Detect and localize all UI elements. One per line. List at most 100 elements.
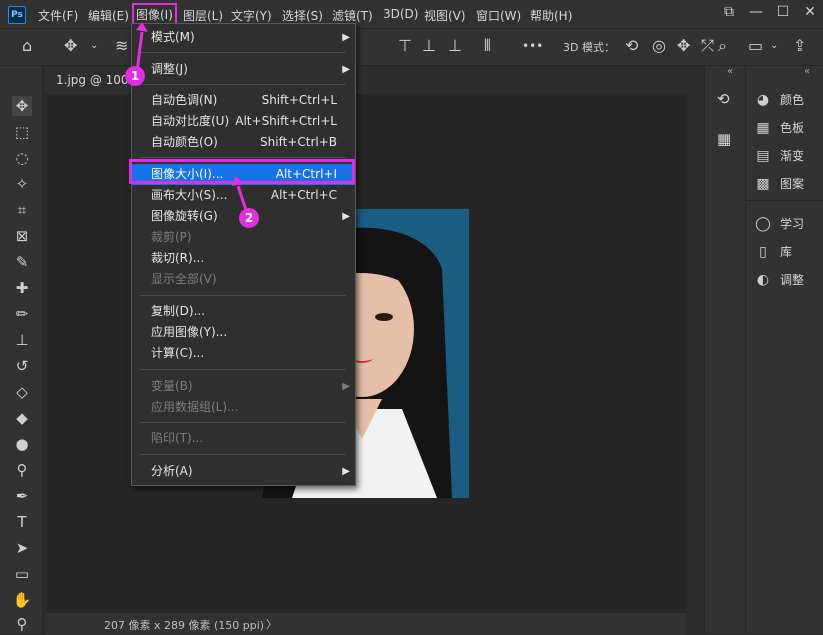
search-icon[interactable]: ⌕	[718, 38, 727, 54]
chevron-down-icon[interactable]: ⌄	[770, 38, 778, 54]
dodge-tool-icon[interactable]: ⚲	[12, 460, 32, 480]
pattern-icon: ▩	[756, 176, 770, 192]
panel-label: 图案	[780, 177, 805, 191]
swatches-icon: ▦	[756, 120, 770, 136]
eraser-tool-icon[interactable]: ◇	[12, 382, 32, 402]
align-middle-icon[interactable]: ⊥	[422, 38, 436, 54]
maximize-button[interactable]: ☐	[772, 2, 794, 22]
frame-tool-icon[interactable]: ⊠	[12, 226, 32, 246]
healing-brush-icon[interactable]: ✚	[12, 278, 32, 298]
slide-icon[interactable]: ⤱	[701, 38, 714, 54]
panel-divider	[746, 200, 823, 201]
paint-bucket-icon[interactable]: ◆	[12, 408, 32, 428]
blur-tool-icon[interactable]: ●	[12, 434, 32, 454]
menu-filter[interactable]: 滤镜(T)	[332, 7, 373, 24]
menu-view[interactable]: 视图(V)	[424, 7, 466, 24]
pen-tool-icon[interactable]: ✒	[12, 486, 32, 506]
panel-adjustments[interactable]: ◐ 调整	[754, 270, 804, 290]
library-icon: ▯	[759, 244, 767, 260]
collapse-icon[interactable]: «	[727, 66, 733, 77]
menu-separator	[140, 454, 346, 455]
submenu-arrow-icon: ▶	[342, 64, 350, 75]
lightbulb-icon: ◯	[755, 216, 771, 232]
menu-item-calculations[interactable]: 计算(C)...	[132, 343, 355, 364]
collapse-icon[interactable]: «	[804, 66, 810, 77]
submenu-arrow-icon: ▶	[342, 32, 350, 43]
menu-item-trim[interactable]: 裁切(R)...	[132, 248, 355, 269]
minimize-button[interactable]: —	[745, 2, 767, 22]
menu-item-analysis[interactable]: 分析(A) ▶	[132, 461, 355, 482]
align-top-icon[interactable]: ⊤	[398, 38, 412, 54]
3d-mode-label: 3D 模式：	[563, 41, 615, 54]
panel-label: 学习	[780, 217, 805, 231]
gradient-icon: ▤	[756, 148, 770, 164]
orbit-icon[interactable]: ⟲	[625, 38, 638, 54]
menu-item-reveal-all: 显示全部(V)	[151, 272, 217, 286]
eyedropper-icon[interactable]: ✎	[12, 252, 32, 272]
panel-label: 色板	[780, 121, 805, 135]
path-selection-icon[interactable]: ➤	[12, 538, 32, 558]
menu-item-duplicate[interactable]: 复制(D)...	[132, 301, 355, 322]
history-icon[interactable]: ⟲	[717, 90, 730, 108]
magic-wand-icon[interactable]: ✧	[12, 174, 32, 194]
submenu-arrow-icon: ▶	[342, 466, 350, 477]
menu-3d[interactable]: 3D(D)	[383, 7, 418, 21]
panel-swatches[interactable]: ▦ 色板	[754, 118, 804, 138]
align-bottom-icon[interactable]: ⊥	[448, 38, 462, 54]
menu-help[interactable]: 帮助(H)	[530, 7, 572, 24]
zoom-tool-icon[interactable]: ⚲	[12, 614, 32, 634]
panel-label: 库	[780, 245, 793, 259]
restore-layout-icon[interactable]: ⧉	[718, 2, 740, 22]
palette-icon: ◕	[756, 92, 770, 108]
menu-item-apply-image[interactable]: 应用图像(Y)...	[132, 322, 355, 343]
panel-libraries[interactable]: ▯ 库	[754, 242, 792, 262]
stamp-tool-icon[interactable]: ⊥	[12, 330, 32, 350]
menu-item-trap: 陷印(T)...	[151, 431, 204, 445]
menu-file[interactable]: 文件(F)	[38, 7, 78, 24]
marquee-tool-icon[interactable]: ⬚	[12, 122, 32, 142]
panel-dock: « ◕ 颜色 ▦ 色板 ▤ 渐变 ▩ 图案 ◯ 学习 ▯ 库 ◐ 调整	[745, 66, 823, 634]
home-icon[interactable]: ⌂	[22, 38, 32, 54]
panel-label: 颜色	[780, 93, 805, 107]
roll-icon[interactable]: ◎	[652, 38, 666, 54]
status-arrow-icon[interactable]: 〉	[266, 616, 277, 632]
status-bar: 207 像素 x 289 像素 (150 ppi) 〉	[46, 612, 686, 635]
menu-item-variables: 变量(B) ▶	[132, 376, 355, 397]
history-brush-icon[interactable]: ↺	[12, 356, 32, 376]
adjust-icon: ◐	[756, 272, 770, 288]
menu-separator	[140, 295, 346, 296]
distribute-icon[interactable]: ⫴	[484, 38, 491, 54]
panel-label: 调整	[780, 273, 805, 287]
panel-patterns[interactable]: ▩ 图案	[754, 174, 804, 194]
panel-gradients[interactable]: ▤ 渐变	[754, 146, 804, 166]
chevron-down-icon[interactable]: ⌄	[90, 38, 98, 54]
submenu-arrow-icon: ▶	[342, 381, 350, 392]
menu-separator	[140, 369, 346, 370]
panel-dock-narrow: « ⟲ ▦	[704, 66, 745, 634]
tools-panel: ✥ ⬚ ◌ ✧ ⌗ ⊠ ✎ ✚ ✏ ⊥ ↺ ◇ ◆ ● ⚲ ✒ T ➤ ▭ ✋ …	[0, 66, 43, 634]
panel-color[interactable]: ◕ 颜色	[754, 90, 804, 110]
menu-separator	[140, 422, 346, 423]
panel-learn[interactable]: ◯ 学习	[754, 214, 804, 234]
menu-window[interactable]: 窗口(W)	[476, 7, 521, 24]
workspace-icon[interactable]: ▭	[748, 38, 763, 54]
more-options-button[interactable]: •••	[522, 38, 543, 54]
crop-tool-icon[interactable]: ⌗	[12, 200, 32, 220]
pan-icon[interactable]: ✥	[677, 38, 690, 54]
hand-tool-icon[interactable]: ✋	[12, 590, 32, 610]
lasso-tool-icon[interactable]: ◌	[12, 148, 32, 168]
brush-tool-icon[interactable]: ✏	[12, 304, 32, 324]
type-tool-icon[interactable]: T	[12, 512, 32, 532]
rectangle-tool-icon[interactable]: ▭	[12, 564, 32, 584]
menu-select[interactable]: 选择(S)	[282, 7, 323, 24]
move-tool-icon[interactable]: ✥	[64, 38, 77, 54]
share-icon[interactable]: ⇪	[793, 38, 806, 54]
close-button[interactable]: ✕	[799, 2, 821, 22]
photoshop-logo: Ps	[8, 6, 26, 24]
move-tool-icon[interactable]: ✥	[12, 96, 32, 116]
annotation-badge: 2	[239, 208, 259, 228]
submenu-arrow-icon: ▶	[342, 211, 350, 222]
document-size-text: 207 像素 x 289 像素 (150 ppi)	[104, 619, 265, 632]
properties-icon[interactable]: ▦	[717, 130, 731, 148]
annotation-arrows	[135, 22, 248, 211]
